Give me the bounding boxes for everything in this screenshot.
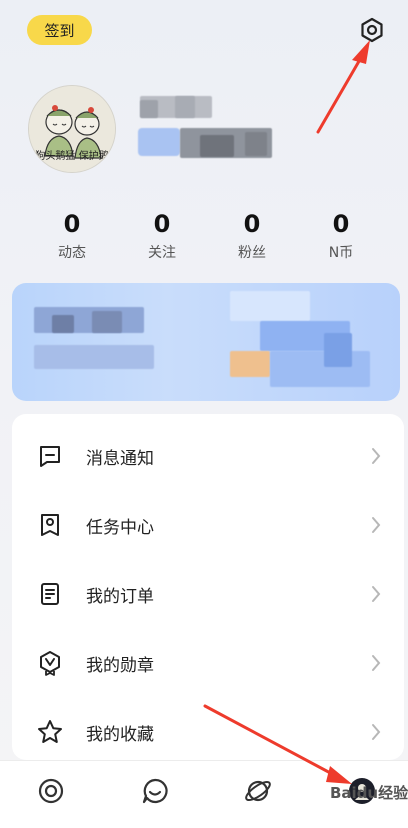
menu-item-tasks[interactable]: 任务中心 [12,495,404,555]
gear-icon [361,17,383,43]
planet-icon [245,780,271,802]
task-icon [41,514,59,536]
nav-home[interactable] [35,775,67,807]
menu-label-orders: 我的订单 [86,586,154,607]
star-icon [38,720,62,743]
stat-posts[interactable]: 0 动态 [27,210,117,262]
menu-label-tasks: 任务中心 [86,517,154,538]
stats-row: 0 动态 0 关注 0 粉丝 0 N币 [0,210,408,270]
settings-button[interactable] [358,16,386,44]
menu-item-favorites[interactable]: 我的收藏 [12,702,404,760]
profile-page: 签到 狗头鹅猛 保护鹅 0 动态 0 关注 0 粉丝 0 N币 消息通知 任务中… [0,0,408,828]
promo-banner-blurred[interactable] [12,283,400,401]
chevron-right-icon [372,586,381,602]
nav-chat[interactable] [139,775,171,807]
chat-icon [142,778,168,804]
stat-ncoin[interactable]: 0 N币 [296,210,386,262]
message-icon [40,446,60,467]
stat-ncoin-label: N币 [328,245,354,261]
stat-ncoin-value: 0 [332,210,350,238]
home-icon [38,778,64,804]
chevron-right-icon [372,724,381,740]
stat-fans-label: 粉丝 [238,245,266,261]
avatar[interactable]: 狗头鹅猛 保护鹅 [28,85,116,173]
menu-card: 消息通知 任务中心 我的订单 我的勋章 我的收藏 [12,414,404,760]
avatar-caption: 狗头鹅猛 保护鹅 [35,151,109,162]
nav-discover[interactable] [242,775,274,807]
watermark-text: Baidu经验 [330,784,408,802]
arrow-to-settings [316,40,370,134]
chevron-right-icon [372,517,381,533]
menu-label-favorites: 我的收藏 [86,724,154,745]
chevron-right-icon [372,448,381,464]
stat-posts-label: 动态 [58,245,86,261]
stat-following-value: 0 [153,210,171,238]
signin-button[interactable]: 签到 [27,15,92,45]
menu-item-messages[interactable]: 消息通知 [12,426,404,486]
menu-item-badges[interactable]: 我的勋章 [12,633,404,693]
menu-item-orders[interactable]: 我的订单 [12,564,404,624]
stat-posts-value: 0 [63,210,81,238]
menu-label-messages: 消息通知 [86,448,154,469]
stat-following-label: 关注 [148,245,176,261]
order-icon [41,583,59,605]
stat-fans-value: 0 [243,210,261,238]
stat-following[interactable]: 0 关注 [117,210,207,262]
stat-fans[interactable]: 0 粉丝 [207,210,297,262]
badge-icon [40,651,60,676]
menu-label-badges: 我的勋章 [86,655,154,676]
chevron-right-icon [372,655,381,671]
